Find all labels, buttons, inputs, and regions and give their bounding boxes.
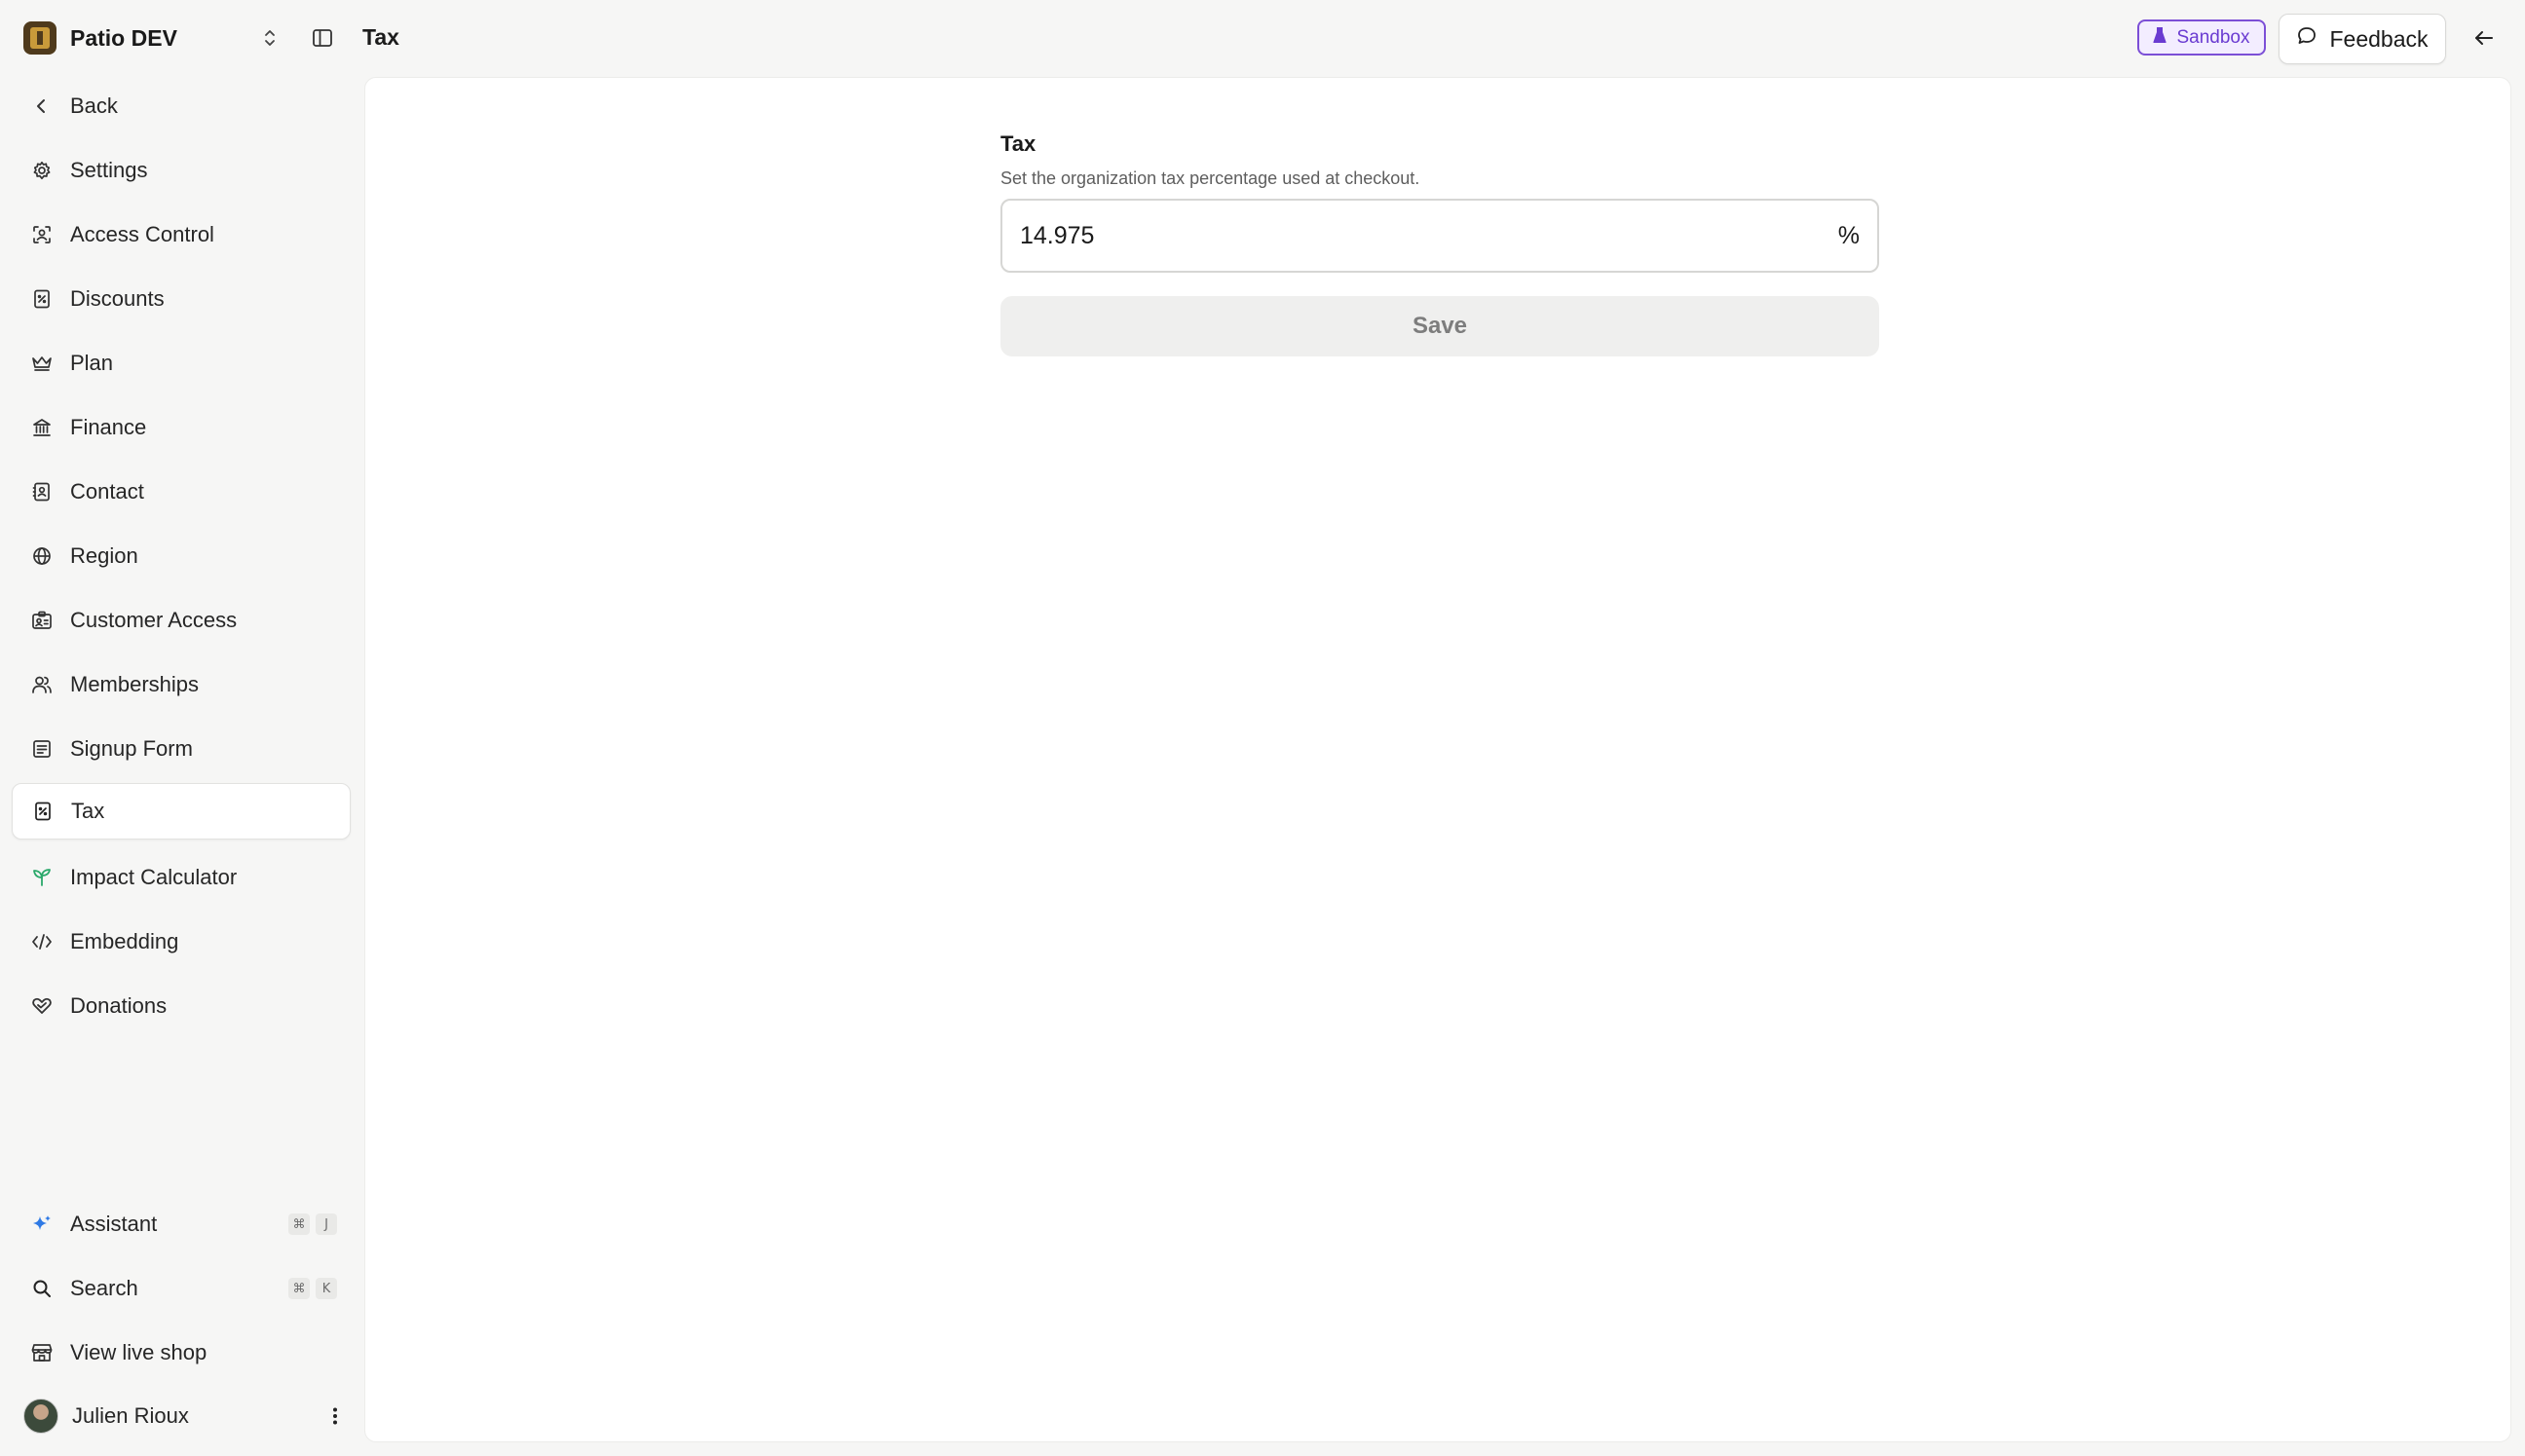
sidebar-item-region[interactable]: Region [12, 528, 351, 584]
arrow-left-icon[interactable] [2469, 23, 2499, 53]
save-button[interactable]: Save [1000, 296, 1879, 356]
shortcut-key: K [316, 1278, 337, 1299]
sidebar-item-tax[interactable]: Tax [12, 783, 351, 840]
sidebar-item-finance[interactable]: Finance [12, 399, 351, 456]
org-logo [23, 21, 57, 55]
search-button[interactable]: Search ⌘ K [12, 1260, 351, 1317]
search-label: Search [70, 1276, 138, 1300]
more-vertical-icon[interactable] [325, 1406, 345, 1426]
sidebar-item-memberships[interactable]: Memberships [12, 656, 351, 713]
main-content: Tax Set the organization tax percentage … [364, 77, 2511, 1442]
sidebar-item-discounts[interactable]: Discounts [12, 271, 351, 327]
view-live-shop-link[interactable]: View live shop [12, 1325, 351, 1381]
shortcut-key: J [316, 1213, 337, 1235]
form-description: Set the organization tax percentage used… [1000, 168, 1420, 188]
feedback-button[interactable]: Feedback [2279, 14, 2446, 64]
back-button[interactable]: Back [12, 78, 351, 134]
assistant-label: Assistant [70, 1212, 158, 1236]
sandbox-label: Sandbox [2176, 26, 2250, 48]
users-icon [31, 674, 53, 695]
shortcut-key: ⌘ [288, 1278, 310, 1299]
sidebar-item-label: Finance [70, 415, 147, 439]
sidebar-item-donations[interactable]: Donations [12, 978, 351, 1034]
contact-book-icon [31, 481, 53, 503]
sidebar-item-signup-form[interactable]: Signup Form [12, 721, 351, 777]
sidebar-item-embedding[interactable]: Embedding [12, 914, 351, 970]
sidebar-toggle-icon[interactable] [310, 25, 335, 51]
crown-icon [31, 353, 53, 374]
org-switcher[interactable]: Patio DEV [23, 19, 279, 56]
sidebar-item-label: Region [70, 543, 138, 568]
store-icon [31, 1342, 53, 1363]
heart-hand-icon [31, 995, 53, 1017]
sidebar-item-customer-access[interactable]: Customer Access [12, 592, 351, 649]
tax-percentage-input[interactable] [1020, 221, 1838, 250]
flask-icon [2153, 26, 2167, 50]
form-icon [31, 738, 53, 760]
receipt-percent-icon [32, 801, 54, 822]
sidebar-item-label: Plan [70, 351, 114, 375]
form-title: Tax [1000, 131, 1036, 156]
sidebar-item-label: Access Control [70, 222, 214, 246]
sidebar-item-label: Tax [71, 799, 105, 823]
assistant-button[interactable]: Assistant ⌘ J [12, 1196, 351, 1252]
sidebar-item-impact-calculator[interactable]: Impact Calculator [12, 849, 351, 906]
sidebar-item-label: Contact [70, 479, 144, 504]
tax-percentage-field[interactable]: % [1000, 199, 1879, 273]
user-name: Julien Rioux [72, 1403, 189, 1428]
chevron-left-icon [31, 95, 53, 117]
access-control-icon [31, 224, 53, 245]
view-live-shop-label: View live shop [70, 1340, 207, 1364]
sparkle-icon [31, 1213, 53, 1235]
sidebar-item-contact[interactable]: Contact [12, 464, 351, 520]
sidebar-item-label: Signup Form [70, 736, 193, 761]
sprout-icon [31, 867, 53, 888]
top-bar: Patio DEV Tax Sandbox Feedback [0, 0, 2525, 76]
user-menu[interactable]: Julien Rioux [23, 1395, 345, 1437]
code-icon [31, 931, 53, 952]
sidebar-item-access-control[interactable]: Access Control [12, 206, 351, 263]
sidebar-item-settings[interactable]: Settings [12, 142, 351, 199]
sidebar-item-plan[interactable]: Plan [12, 335, 351, 392]
sidebar-item-label: Discounts [70, 286, 165, 311]
chevron-up-down-icon [261, 26, 279, 50]
org-name: Patio DEV [70, 24, 177, 51]
shortcut-key: ⌘ [288, 1213, 310, 1235]
assistant-shortcut: ⌘ J [288, 1213, 337, 1235]
tax-form: Tax Set the organization tax percentage … [1000, 131, 1879, 356]
sidebar-item-label: Impact Calculator [70, 865, 238, 889]
sidebar-item-label: Embedding [70, 929, 179, 953]
back-label: Back [70, 93, 118, 118]
sidebar-item-label: Customer Access [70, 608, 238, 632]
globe-icon [31, 545, 53, 567]
sandbox-badge[interactable]: Sandbox [2137, 19, 2266, 56]
search-icon [31, 1278, 53, 1299]
avatar [23, 1399, 58, 1434]
sidebar-item-label: Settings [70, 158, 148, 182]
discount-icon [31, 288, 53, 310]
feedback-label: Feedback [2329, 25, 2429, 52]
bank-icon [31, 417, 53, 438]
gear-icon [31, 160, 53, 181]
sidebar-item-label: Donations [70, 993, 168, 1018]
sidebar-item-label: Memberships [70, 672, 200, 696]
percent-suffix: % [1837, 221, 1860, 249]
chat-bubble-icon [2296, 25, 2318, 53]
search-shortcut: ⌘ K [288, 1278, 337, 1299]
page-title: Tax [362, 24, 399, 50]
id-card-icon [31, 610, 53, 631]
